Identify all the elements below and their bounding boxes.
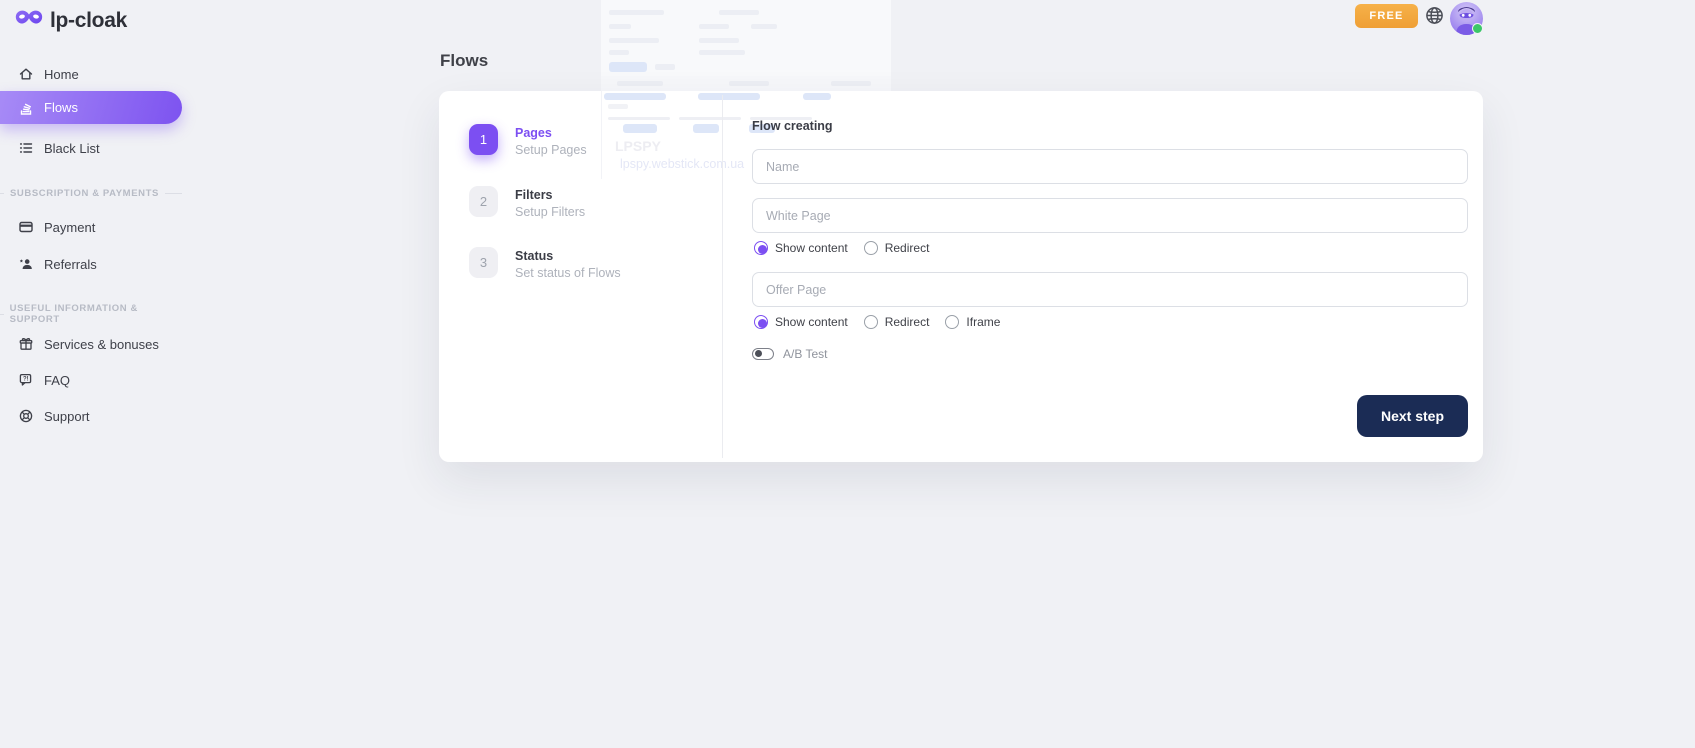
form-heading: Flow creating <box>752 119 833 133</box>
ghost-flow-name: LPSPY <box>615 138 661 154</box>
radio-offer-show-content[interactable]: Show content <box>754 315 848 329</box>
plan-badge[interactable]: FREE <box>1355 4 1418 28</box>
home-icon <box>18 66 34 82</box>
step-subtitle: Set status of Flows <box>515 266 621 280</box>
globe-icon[interactable] <box>1425 6 1444 25</box>
step-number: 3 <box>469 247 498 278</box>
brand-logo[interactable]: lp-cloak <box>15 8 127 33</box>
radio-offer-redirect[interactable]: Redirect <box>864 315 930 329</box>
radio-offer-iframe[interactable]: Iframe <box>945 315 1000 329</box>
sidebar-item-faq[interactable]: ?! FAQ <box>0 368 70 392</box>
page-title: Flows <box>440 51 488 71</box>
blacklist-icon <box>18 140 34 156</box>
offer-page-mode-group: Show content Redirect Iframe <box>754 315 1000 329</box>
radio-dot <box>945 315 959 329</box>
radio-label: Iframe <box>966 315 1000 329</box>
step-status[interactable]: 3 Status Set status of Flows <box>469 247 621 280</box>
step-number: 1 <box>469 124 498 155</box>
online-status-dot <box>1472 23 1483 34</box>
radio-dot <box>864 241 878 255</box>
sidebar-item-support[interactable]: Support <box>0 404 90 428</box>
svg-text:?!: ?! <box>23 377 29 383</box>
sidebar-item-label: FAQ <box>44 373 70 388</box>
sidebar-section-support: USEFUL INFORMATION & SUPPORT <box>0 303 182 325</box>
gift-icon <box>18 336 34 352</box>
step-subtitle: Setup Filters <box>515 205 585 219</box>
radio-label: Show content <box>775 315 848 329</box>
white-page-mode-group: Show content Redirect <box>754 241 929 255</box>
sidebar-item-referrals[interactable]: Referrals <box>0 252 97 276</box>
faq-chat-icon: ?! <box>18 372 34 388</box>
radio-label: Redirect <box>885 241 930 255</box>
ab-test-label: A/B Test <box>783 347 827 361</box>
radio-dot <box>864 315 878 329</box>
step-subtitle: Setup Pages <box>515 143 587 157</box>
white-page-input[interactable] <box>752 198 1468 233</box>
offer-page-input[interactable] <box>752 272 1468 307</box>
radio-label: Show content <box>775 241 848 255</box>
sidebar: lp-cloak Home Flows Black List <box>0 0 195 748</box>
ab-test-toggle-row: A/B Test <box>752 347 827 361</box>
sidebar-item-services-bonuses[interactable]: Services & bonuses <box>0 332 159 356</box>
sidebar-item-label: Services & bonuses <box>44 337 159 352</box>
sidebar-item-label: Home <box>44 67 79 82</box>
radio-label: Redirect <box>885 315 930 329</box>
sidebar-item-label: Referrals <box>44 257 97 272</box>
sidebar-item-black-list[interactable]: Black List <box>0 136 100 160</box>
background-ghost-card <box>601 0 891 91</box>
sidebar-item-home[interactable]: Home <box>0 62 79 86</box>
step-filters[interactable]: 2 Filters Setup Filters <box>469 186 585 219</box>
radio-white-redirect[interactable]: Redirect <box>864 241 930 255</box>
lifebuoy-icon <box>18 408 34 424</box>
flows-stack-icon <box>18 100 34 116</box>
mask-icon <box>15 8 43 33</box>
brand-name: lp-cloak <box>50 9 127 33</box>
radio-dot <box>754 241 768 255</box>
sidebar-item-flows[interactable]: Flows <box>0 91 182 124</box>
radio-white-show-content[interactable]: Show content <box>754 241 848 255</box>
radio-dot <box>754 315 768 329</box>
step-number: 2 <box>469 186 498 217</box>
flow-creating-modal: LPSPY lpspy.webstick.com.ua 1 Pages Setu… <box>439 91 1483 462</box>
ghost-flow-url: lpspy.webstick.com.ua <box>620 157 744 171</box>
step-title: Pages <box>515 124 587 140</box>
sidebar-section-subscription: SUBSCRIPTION & PAYMENTS <box>0 188 182 199</box>
flow-name-input[interactable] <box>752 149 1468 184</box>
sidebar-item-label: Payment <box>44 220 95 235</box>
sidebar-item-label: Support <box>44 409 90 424</box>
ab-test-toggle[interactable] <box>752 348 774 360</box>
flow-creating-form: Flow creating Show content Redirect Show… <box>752 91 1468 462</box>
section-label-text: SUBSCRIPTION & PAYMENTS <box>10 188 159 199</box>
sidebar-item-label: Flows <box>44 100 78 115</box>
next-step-button[interactable]: Next step <box>1357 395 1468 437</box>
sidebar-item-label: Black List <box>44 141 100 156</box>
credit-card-icon <box>18 219 34 235</box>
step-pages[interactable]: 1 Pages Setup Pages <box>469 124 587 157</box>
step-title: Status <box>515 247 621 263</box>
referral-user-icon <box>18 256 34 272</box>
section-label-text: USEFUL INFORMATION & SUPPORT <box>10 303 176 325</box>
stepper-form-divider <box>722 95 723 458</box>
step-title: Filters <box>515 186 585 202</box>
sidebar-item-payment[interactable]: Payment <box>0 215 95 239</box>
